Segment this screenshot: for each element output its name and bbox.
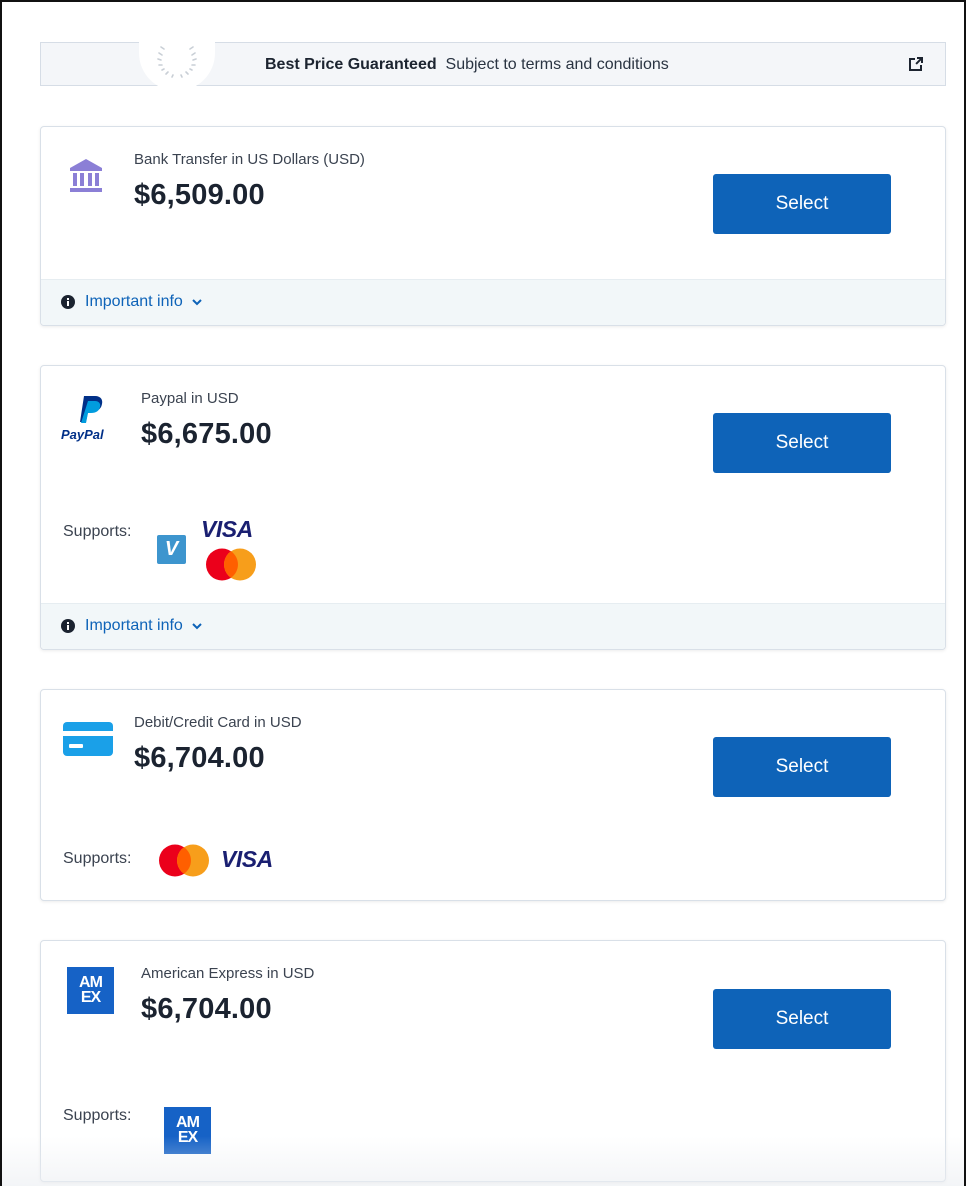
- info-icon: [61, 619, 75, 633]
- paypal-logo: PayPal: [61, 394, 117, 442]
- visa-logo: VISA: [221, 846, 273, 872]
- supports-label: Supports:: [63, 523, 132, 540]
- important-info-toggle[interactable]: Important info: [61, 293, 203, 311]
- paypal-p-icon: [80, 396, 103, 423]
- bank-icon: [70, 159, 102, 192]
- venmo-logo: V: [157, 535, 186, 564]
- supports-label: Supports:: [63, 850, 132, 867]
- banner-title: Best Price Guaranteed: [265, 56, 437, 73]
- laurel-icon: [139, 39, 215, 91]
- method-label: Debit/Credit Card in USD: [134, 714, 302, 731]
- method-price: $6,509.00: [134, 179, 265, 211]
- credit-card-icon: [63, 722, 113, 756]
- banner-text: Best Price Guaranteed Subject to terms a…: [265, 56, 669, 74]
- method-label: American Express in USD: [141, 965, 315, 982]
- important-info-label: Important info: [85, 293, 183, 310]
- important-info-bar: Important info: [41, 279, 945, 325]
- amex-logo-bottom: EX: [177, 1129, 198, 1146]
- payment-options-panel: Best Price Guaranteed Subject to terms a…: [0, 0, 966, 1186]
- select-button-bank-transfer[interactable]: Select: [713, 174, 891, 234]
- method-price: $6,704.00: [134, 742, 265, 774]
- amex-logo-top: AM: [176, 1114, 200, 1131]
- select-button-card[interactable]: Select: [713, 737, 891, 797]
- method-label: Paypal in USD: [141, 390, 239, 407]
- best-price-banner: Best Price Guaranteed Subject to terms a…: [40, 39, 946, 91]
- method-price: $6,704.00: [141, 993, 272, 1025]
- payment-option-paypal: PayPal Paypal in USD $6,675.00 Select Su…: [40, 365, 946, 650]
- method-label: Bank Transfer in US Dollars (USD): [134, 151, 365, 168]
- info-icon: [61, 295, 75, 309]
- amex-logo-small: AM EX: [164, 1107, 211, 1154]
- payment-option-amex: AM EX American Express in USD $6,704.00 …: [40, 940, 946, 1182]
- chevron-down-icon: [192, 299, 202, 306]
- mastercard-logo: [159, 844, 209, 877]
- amex-logo-top: AM: [79, 974, 103, 991]
- payment-option-card: Debit/Credit Card in USD $6,704.00 Selec…: [40, 689, 946, 901]
- payment-option-bank-transfer: Bank Transfer in US Dollars (USD) $6,509…: [40, 126, 946, 326]
- important-info-toggle[interactable]: Important info: [61, 617, 203, 635]
- mastercard-logo: [206, 548, 256, 581]
- external-link-icon[interactable]: [907, 55, 925, 73]
- select-button-amex[interactable]: Select: [713, 989, 891, 1049]
- chevron-down-icon: [192, 623, 202, 630]
- paypal-wordmark: PayPal: [61, 427, 104, 442]
- amex-logo-bottom: EX: [80, 989, 101, 1006]
- method-price: $6,675.00: [141, 418, 272, 450]
- visa-logo: VISA: [201, 516, 253, 542]
- banner-subtitle: Subject to terms and conditions: [445, 56, 669, 73]
- amex-logo: AM EX: [67, 967, 114, 1014]
- supports-label: Supports:: [63, 1107, 132, 1124]
- important-info-label: Important info: [85, 617, 183, 634]
- important-info-bar: Important info: [41, 603, 945, 649]
- select-button-paypal[interactable]: Select: [713, 413, 891, 473]
